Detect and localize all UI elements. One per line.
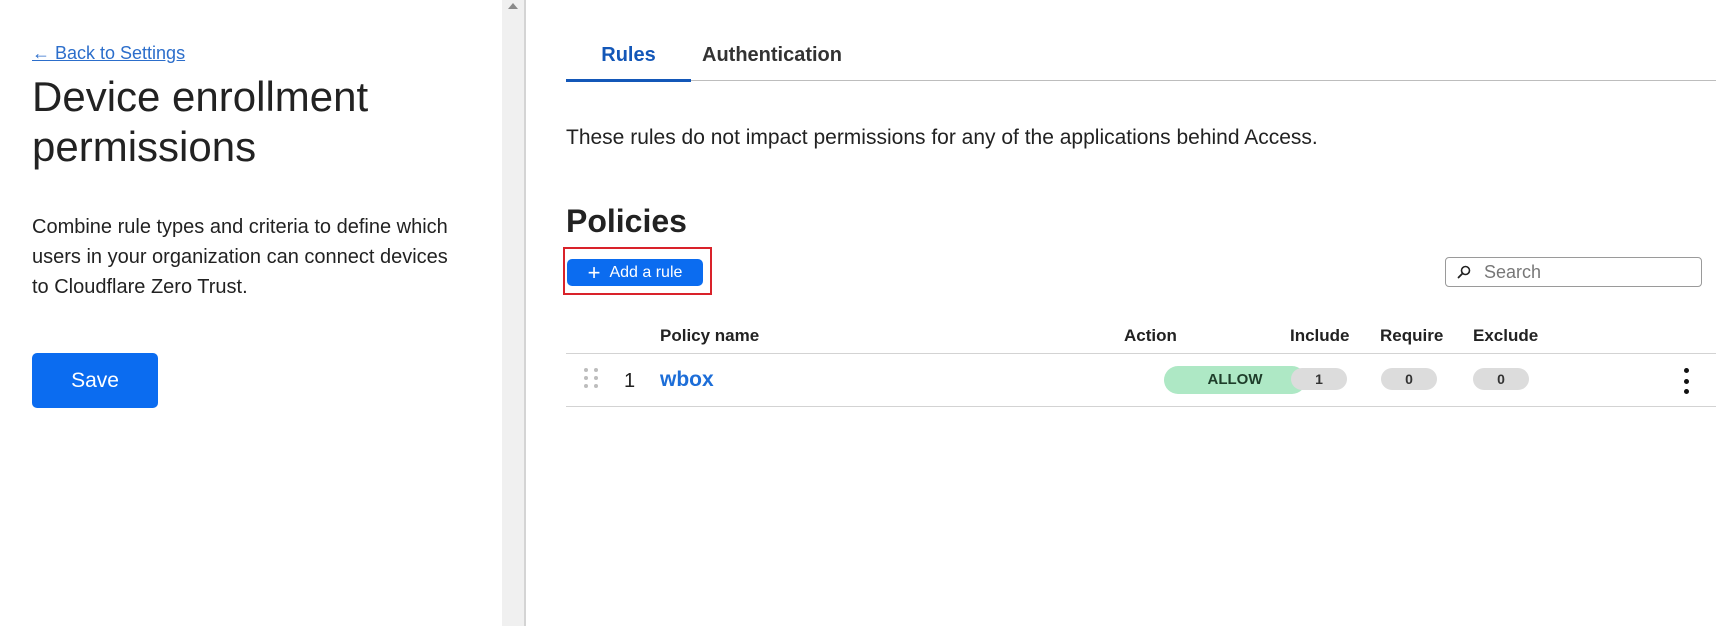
drag-handle-icon[interactable] bbox=[584, 368, 598, 388]
page-title: Device enrollment permissions bbox=[32, 73, 369, 170]
row-index: 1 bbox=[624, 370, 636, 392]
search-input[interactable] bbox=[1482, 260, 1686, 284]
kebab-menu-icon[interactable] bbox=[1676, 368, 1696, 394]
table-header: Policy name Action Include Require Exclu… bbox=[566, 320, 1716, 354]
save-button[interactable]: Save bbox=[32, 353, 158, 408]
policies-heading: Policies bbox=[566, 203, 687, 239]
back-to-settings-link[interactable]: ← Back to Settings bbox=[32, 43, 185, 64]
search-icon bbox=[1446, 265, 1482, 279]
header-exclude[interactable]: Exclude bbox=[1473, 326, 1538, 346]
policies-table: Policy name Action Include Require Exclu… bbox=[566, 320, 1716, 407]
table-row: 1 wbox ALLOW 1 0 0 bbox=[566, 354, 1716, 407]
include-count-badge: 1 bbox=[1291, 368, 1347, 390]
header-action[interactable]: Action bbox=[1124, 326, 1177, 346]
search-box[interactable] bbox=[1445, 257, 1702, 287]
left-panel: ← Back to Settings Device enrollment per… bbox=[0, 0, 502, 626]
tab-bar: Rules Authentication bbox=[566, 40, 1716, 82]
tab-rules[interactable]: Rules bbox=[566, 44, 691, 82]
header-policy-name[interactable]: Policy name bbox=[660, 326, 759, 346]
add-rule-label: Add a rule bbox=[609, 263, 683, 281]
action-badge: ALLOW bbox=[1164, 366, 1306, 394]
header-require[interactable]: Require bbox=[1380, 326, 1443, 346]
header-include[interactable]: Include bbox=[1290, 326, 1350, 346]
scroll-up-arrow-icon[interactable] bbox=[508, 3, 518, 9]
require-count-badge: 0 bbox=[1381, 368, 1437, 390]
exclude-count-badge: 0 bbox=[1473, 368, 1529, 390]
page-description: Combine rule types and criteria to defin… bbox=[32, 216, 448, 298]
plus-icon: + bbox=[587, 259, 601, 285]
main-content: Rules Authentication These rules do not … bbox=[526, 0, 1735, 626]
rules-info-text: These rules do not impact permissions fo… bbox=[566, 126, 1318, 149]
scrollbar[interactable] bbox=[502, 0, 524, 626]
add-rule-button[interactable]: + Add a rule bbox=[567, 259, 703, 286]
policy-name-link[interactable]: wbox bbox=[660, 368, 714, 392]
tab-authentication[interactable]: Authentication bbox=[702, 44, 842, 80]
